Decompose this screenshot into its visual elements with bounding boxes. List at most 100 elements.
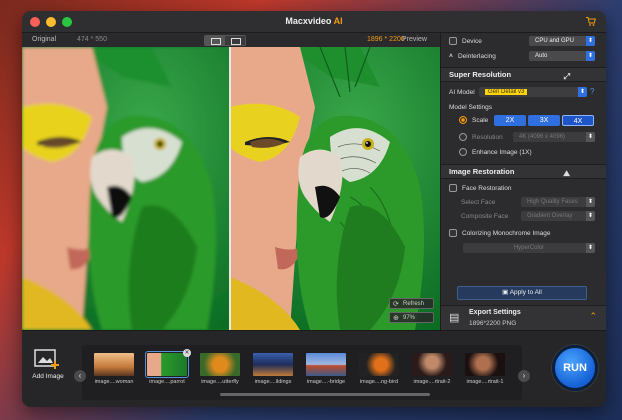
- enhance-radio[interactable]: [459, 148, 467, 156]
- deinterlacing-icon: ⩚: [449, 52, 453, 59]
- preview-area[interactable]: ⟳ Refresh ⊕ 97%: [22, 47, 440, 330]
- thumbnail-strip: ‹ › image....woman ✕ image....parrot ima…: [74, 345, 530, 400]
- deinterlacing-select[interactable]: Auto: [529, 51, 595, 61]
- add-image-button[interactable]: Add Image: [30, 347, 66, 380]
- thumbnail-caption: image....ng-bird: [359, 379, 399, 385]
- thumbnail-caption: image....woman: [94, 379, 134, 385]
- app-name-suffix: AI: [333, 16, 343, 26]
- title-bar: Macxvideo AI: [22, 11, 606, 33]
- colorizing-select[interactable]: HyperColor: [463, 243, 595, 253]
- app-name: Macxvideo: [285, 16, 332, 26]
- thumbnail-caption: image....rtrait-1: [466, 379, 504, 385]
- thumbnail-image: [200, 353, 240, 376]
- super-resolution-header[interactable]: Super Resolution ⤢: [441, 67, 606, 82]
- face-restoration-checkbox[interactable]: [449, 184, 457, 192]
- colorizing-checkbox[interactable]: [449, 229, 457, 237]
- apply-to-all-button[interactable]: ▣ Apply to All: [457, 286, 587, 300]
- thumbnail-image: [94, 353, 134, 376]
- face-restoration-row[interactable]: Face Restoration: [449, 182, 598, 194]
- scale-3x-button[interactable]: 3X: [528, 115, 560, 126]
- original-resolution: 474 * 550: [77, 36, 107, 43]
- thumbnail-image: [145, 351, 189, 378]
- enhance-label: Enhance Image (1X): [472, 148, 532, 156]
- original-label: Original: [32, 36, 57, 43]
- ai-model-select[interactable]: Gen Detail v3: [479, 87, 587, 97]
- app-window: Macxvideo AI Original 474 * 550 1896 * 2…: [22, 11, 606, 407]
- thumbnail-image: [306, 353, 346, 376]
- colorizing-label: Colorizing Monochrome Image: [462, 229, 551, 237]
- thumbnail-image: [465, 353, 505, 376]
- image-restoration-header[interactable]: Image Restoration ⛰: [441, 164, 606, 179]
- device-icon: [449, 37, 457, 45]
- thumbnail-caption: image....utterfly: [201, 379, 239, 385]
- original-image: [22, 47, 230, 330]
- model-settings-label: Model Settings: [449, 103, 492, 111]
- scale-4x-button[interactable]: 4X: [562, 115, 594, 126]
- side-by-side-view-icon[interactable]: [225, 36, 245, 45]
- enhanced-image: [230, 47, 440, 330]
- zoom-button[interactable]: ⊕ 97%: [389, 312, 434, 323]
- ai-model-label: AI Model: [449, 88, 475, 96]
- thumbnail[interactable]: image....-bridge: [306, 353, 346, 387]
- thumbnail[interactable]: image....rtrait-1: [465, 353, 505, 387]
- composite-face-label: Composite Face: [461, 212, 509, 220]
- thumbnail[interactable]: image....rtrait-2: [412, 353, 452, 387]
- image-restoration-title: Image Restoration: [449, 167, 515, 176]
- thumbnail-image: [359, 353, 399, 376]
- thumbnail-image: [412, 353, 452, 376]
- view-mode-toggle[interactable]: [204, 35, 246, 46]
- export-settings[interactable]: ▤ Export Settings 1896*2200 PNG ⌃: [441, 305, 606, 330]
- thumbnail-caption: image....ildings: [254, 379, 292, 385]
- scroll-left-button[interactable]: ‹: [74, 370, 86, 382]
- scale-radio[interactable]: [459, 116, 467, 124]
- device-label: Device: [462, 37, 482, 45]
- add-image-icon: [34, 349, 59, 369]
- deinterlacing-label: Deinterlacing: [457, 52, 496, 60]
- thumbnail-scrollbar[interactable]: [220, 393, 430, 396]
- zoom-icon: ⊕: [393, 315, 399, 322]
- thumbnail[interactable]: image....ildings: [253, 353, 293, 387]
- settings-panel: Device CPU and GPU ⩚ Deinterlacing Auto …: [440, 33, 606, 330]
- thumbnail-caption: image....parrot: [149, 379, 185, 385]
- thumbnail-caption: image....rtrait-2: [413, 379, 451, 385]
- export-title: Export Settings: [469, 309, 521, 316]
- zoom-label: 97%: [403, 315, 416, 321]
- device-select[interactable]: CPU and GPU: [529, 36, 595, 46]
- model-settings-row: Model Settings: [449, 101, 598, 113]
- thumbnail-image: [253, 353, 293, 376]
- apply-icon: ▣: [502, 289, 510, 296]
- window-title: Macxvideo AI: [22, 16, 606, 26]
- compare-divider[interactable]: [229, 47, 231, 330]
- super-resolution-title: Super Resolution: [449, 70, 512, 79]
- refresh-icon: ⟳: [393, 301, 399, 308]
- split-view-icon[interactable]: [205, 36, 225, 45]
- colorizing-row[interactable]: Colorizing Monochrome Image: [449, 227, 598, 239]
- refresh-button[interactable]: ⟳ Refresh: [389, 298, 434, 309]
- add-image-label: Add Image: [32, 373, 64, 380]
- cart-icon[interactable]: [585, 16, 596, 27]
- resolution-radio[interactable]: [459, 133, 467, 141]
- thumbnail[interactable]: image....woman: [94, 353, 134, 387]
- scroll-right-button[interactable]: ›: [518, 370, 530, 382]
- ai-model-value: Gen Detail v3: [485, 89, 528, 95]
- enhance-row[interactable]: Enhance Image (1X): [459, 146, 598, 158]
- expand-up-icon[interactable]: ⌃: [589, 311, 597, 322]
- resolution-select[interactable]: 4K (4096 x 4096): [513, 132, 595, 142]
- composite-face-select[interactable]: Gradient Overlay: [521, 211, 595, 221]
- run-button[interactable]: RUN: [552, 345, 598, 391]
- restoration-icon: ⛰: [563, 169, 570, 178]
- scale-2x-button[interactable]: 2X: [494, 115, 526, 126]
- thumbnail[interactable]: image....ng-bird: [359, 353, 399, 387]
- thumbnail[interactable]: image....utterfly: [200, 353, 240, 387]
- thumbnail-selected[interactable]: ✕ image....parrot: [145, 349, 191, 387]
- preview-label: Preview: [402, 36, 427, 43]
- remove-thumbnail-icon[interactable]: ✕: [183, 349, 191, 357]
- help-icon[interactable]: ?: [590, 87, 594, 96]
- resolution-label: Resolution: [472, 133, 503, 141]
- bottom-bar: Add Image ‹ › image....woman ✕ image....…: [22, 330, 606, 407]
- thumbnail-caption: image....-bridge: [306, 379, 346, 385]
- output-resolution: 1896 * 2200: [367, 36, 405, 43]
- upscale-icon: ⤢: [563, 72, 570, 81]
- select-face-select[interactable]: High Quality Faces: [521, 197, 595, 207]
- face-restoration-label: Face Restoration: [462, 184, 512, 192]
